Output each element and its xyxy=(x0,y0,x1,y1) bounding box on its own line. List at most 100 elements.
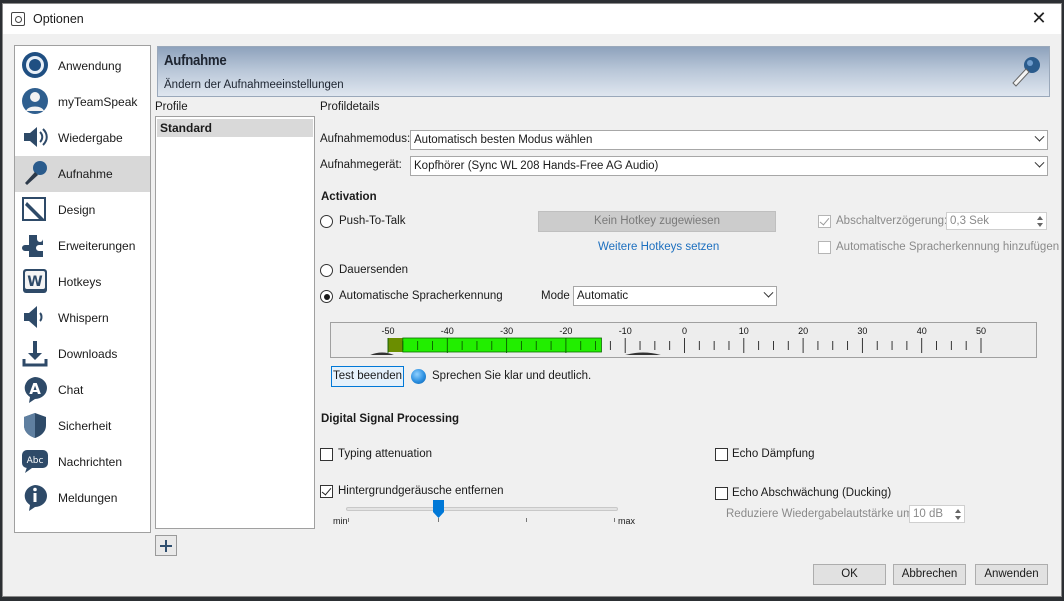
meter-peak-marker xyxy=(370,352,394,355)
sidebar-item-hotkeys[interactable]: W Hotkeys xyxy=(15,264,150,300)
hotkey-icon: W xyxy=(23,269,47,293)
slider-min-label: min xyxy=(333,516,348,526)
apply-button[interactable]: Anwenden xyxy=(975,564,1048,585)
add-profile-button[interactable] xyxy=(155,535,177,556)
sidebar-item-design[interactable]: Design xyxy=(15,192,150,228)
slider-tick-mark xyxy=(526,518,527,522)
messages-icon: Abc xyxy=(22,450,48,473)
echo-ducking-checkbox[interactable] xyxy=(715,487,728,500)
recording-mode-label: Aufnahmemodus: xyxy=(320,133,411,145)
noise-removal-slider-track[interactable] xyxy=(346,507,618,511)
sidebar: Anwendung myTeamSpeak Wiedergabe Aufnahm… xyxy=(14,45,151,533)
sidebar-item-label: Erweiterungen xyxy=(58,239,136,253)
sidebar-item-aufnahme[interactable]: Aufnahme xyxy=(15,156,150,192)
reduce-playback-spinner[interactable]: 10 dB xyxy=(909,505,965,523)
meter-tick-label: 10 xyxy=(739,326,749,336)
download-icon xyxy=(22,341,48,367)
sidebar-item-label: Anwendung xyxy=(58,59,122,73)
sidebar-item-sicherheit[interactable]: Sicherheit xyxy=(15,408,150,444)
more-hotkeys-link[interactable]: Weitere Hotkeys setzen xyxy=(598,241,719,253)
continuous-transmission-radio[interactable] xyxy=(320,264,333,277)
noise-removal-slider-thumb[interactable] xyxy=(433,500,444,518)
svg-text:Abc: Abc xyxy=(27,456,44,466)
sidebar-item-anwendung[interactable]: Anwendung xyxy=(15,48,150,84)
voice-activation-label: Automatische Spracherkennung xyxy=(339,290,503,302)
chevron-down-icon xyxy=(763,287,774,298)
recording-mode-value: Automatisch besten Modus wählen xyxy=(414,134,593,146)
profiles-heading: Profile xyxy=(155,101,188,113)
release-delay-label: Abschaltverzögerung: xyxy=(836,215,948,227)
sidebar-item-downloads[interactable]: Downloads xyxy=(15,336,150,372)
vad-mode-label: Mode xyxy=(541,290,570,302)
sidebar-item-wiedergabe[interactable]: Wiedergabe xyxy=(15,120,150,156)
window-settings-icon xyxy=(11,12,25,26)
reduce-playback-label: Reduziere Wiedergabelautstärke um: xyxy=(726,508,916,520)
page-title: Aufnahme xyxy=(164,52,227,69)
title-bar: Optionen ✕ xyxy=(3,4,1061,34)
sidebar-item-label: Aufnahme xyxy=(58,167,113,181)
application-icon xyxy=(22,52,48,78)
status-indicator-icon xyxy=(411,369,426,384)
chevron-down-icon xyxy=(1034,131,1045,142)
continuous-transmission-label: Dauersenden xyxy=(339,264,409,276)
release-delay-spinner[interactable]: 0,3 Sek xyxy=(946,212,1047,230)
assign-hotkey-button[interactable]: Kein Hotkey zugewiesen xyxy=(538,211,776,232)
sidebar-item-label: Hotkeys xyxy=(58,275,102,289)
speaker-icon xyxy=(24,127,48,147)
echo-damping-checkbox[interactable] xyxy=(715,448,728,461)
page-header: Aufnahme Ändern der Aufnahmeeinstellunge… xyxy=(157,46,1050,97)
meter-tick-label: -30 xyxy=(500,326,513,336)
push-to-talk-radio[interactable] xyxy=(320,215,333,228)
sidebar-item-chat[interactable]: A Chat xyxy=(15,372,150,408)
vad-mode-select[interactable]: Automatic xyxy=(573,286,777,306)
echo-damping-label: Echo Dämpfung xyxy=(732,448,815,460)
profile-item-standard[interactable]: Standard xyxy=(157,119,313,137)
slider-max-label: max xyxy=(618,516,636,526)
sidebar-item-erweiterungen[interactable]: Erweiterungen xyxy=(15,228,150,264)
meter-tick-label: -10 xyxy=(619,326,632,336)
sidebar-item-label: Downloads xyxy=(58,347,118,361)
ok-button[interactable]: OK xyxy=(813,564,886,585)
recording-device-label: Aufnahmegerät: xyxy=(320,159,402,171)
meter-tick-label: 30 xyxy=(857,326,867,336)
level-meter-graphic: -50 -40 -30 -20 -10 0 10 20 30 40 50 xyxy=(370,326,986,355)
chevron-down-icon xyxy=(1034,157,1045,168)
chat-icon: A xyxy=(24,377,47,403)
voice-level-meter[interactable]: -50 -40 -30 -20 -10 0 10 20 30 40 50 xyxy=(330,322,1037,358)
add-voice-detection-checkbox[interactable] xyxy=(818,241,831,254)
sidebar-item-label: Nachrichten xyxy=(58,455,123,469)
user-icon xyxy=(22,88,48,114)
profile-details-heading: Profildetails xyxy=(320,101,380,113)
meter-tick-label: -50 xyxy=(381,326,394,336)
typing-attenuation-checkbox[interactable] xyxy=(320,448,333,461)
svg-text:W: W xyxy=(27,274,42,290)
cancel-button[interactable]: Abbrechen xyxy=(893,564,966,585)
meter-tick-label: 50 xyxy=(976,326,986,336)
sidebar-item-myteamspeak[interactable]: myTeamSpeak xyxy=(15,84,150,120)
spin-down-icon xyxy=(1037,223,1043,227)
noise-removal-checkbox[interactable] xyxy=(320,485,333,498)
sidebar-item-meldungen[interactable]: Meldungen xyxy=(15,480,150,516)
typing-attenuation-label: Typing attenuation xyxy=(338,448,432,460)
recording-mode-select[interactable]: Automatisch besten Modus wählen xyxy=(410,130,1048,150)
profile-list: Standard xyxy=(155,116,315,529)
close-button[interactable]: ✕ xyxy=(1017,4,1061,34)
release-delay-checkbox[interactable] xyxy=(818,215,831,228)
info-icon xyxy=(24,485,47,511)
sidebar-item-nachrichten[interactable]: Abc Nachrichten xyxy=(15,444,150,480)
sidebar-item-label: myTeamSpeak xyxy=(58,95,138,109)
sidebar-item-label: Design xyxy=(58,203,96,217)
svg-text:A: A xyxy=(29,380,41,398)
microphone-icon xyxy=(25,161,47,185)
shield-icon xyxy=(24,413,46,438)
recording-device-select[interactable]: Kopfhörer (Sync WL 208 Hands-Free AG Aud… xyxy=(410,156,1048,176)
voice-activation-radio[interactable] xyxy=(320,290,333,303)
whisper-icon xyxy=(24,306,43,328)
microphone-icon xyxy=(1012,57,1040,87)
meter-tick-label: -40 xyxy=(441,326,454,336)
sidebar-item-whispern[interactable]: Whispern xyxy=(15,300,150,336)
meter-peak-marker xyxy=(625,352,661,355)
window-title: Optionen xyxy=(33,12,84,26)
stop-test-button[interactable]: Test beenden xyxy=(331,366,404,387)
puzzle-icon xyxy=(22,235,43,257)
